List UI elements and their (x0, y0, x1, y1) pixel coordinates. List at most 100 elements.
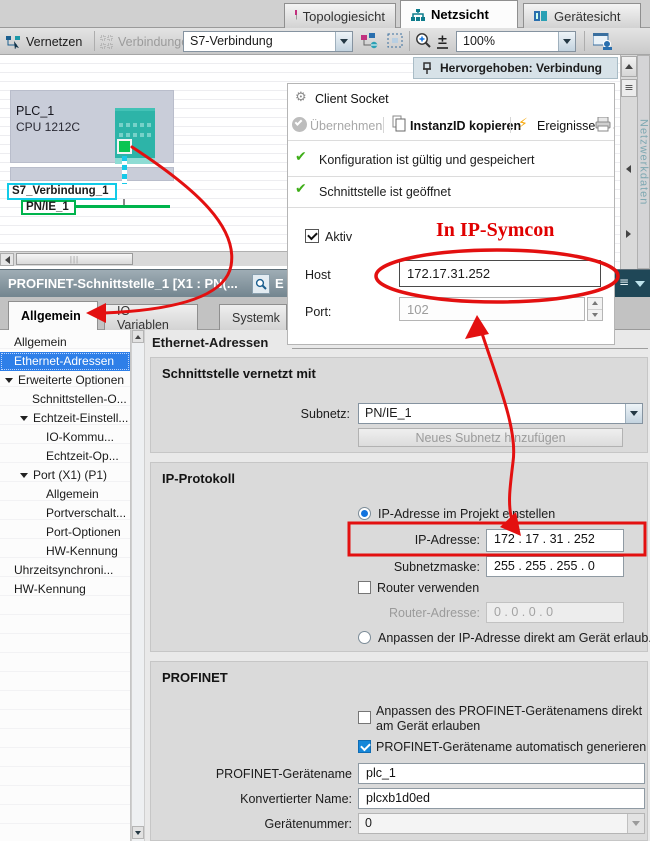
zoom-in-icon[interactable] (415, 32, 433, 53)
arrow-left-icon (5, 256, 10, 264)
tree-scrollbar[interactable] (131, 330, 145, 841)
window-menu-icon[interactable]: ≡ (619, 275, 629, 289)
check-icon (360, 741, 371, 752)
subnet-line[interactable] (76, 205, 170, 208)
tab-io-variablen[interactable]: IO-Variablen (104, 304, 198, 330)
verbindungen-icon (100, 35, 113, 49)
ip-project-radio[interactable] (358, 507, 371, 520)
verbindungen-button[interactable]: Verbindungen (100, 31, 195, 52)
tree-item[interactable]: Uhrzeitsynchroni... (0, 561, 130, 580)
auto-name-checkbox[interactable] (358, 740, 371, 753)
address-labels-icon[interactable] (593, 33, 613, 53)
page-heading: Ethernet-Adressen (152, 335, 268, 350)
zoom-fit-icon[interactable]: ± (437, 34, 448, 49)
ip-device-radio[interactable] (358, 631, 371, 644)
connection-type-select[interactable]: S7-Verbindung (183, 31, 353, 52)
port-spinner[interactable] (587, 297, 603, 321)
pin-icon (422, 62, 432, 75)
dropdown-button[interactable] (335, 32, 352, 51)
ip-address-field[interactable]: 172 . 17 . 31 . 252 (486, 529, 624, 552)
canvas-hscrollbar[interactable]: ||| (0, 251, 287, 266)
tree-item[interactable]: Echtzeit-Op... (0, 447, 130, 466)
scroll-left-button[interactable] (0, 253, 14, 266)
eigenschaften-button[interactable] (252, 274, 270, 294)
subnet-label[interactable]: PN/IE_1 (21, 200, 76, 215)
tree-item[interactable]: HW-Kennung (0, 542, 130, 561)
tree-item[interactable]: Allgemein (0, 333, 130, 352)
status-ok-icon: ✔ (295, 181, 307, 197)
subnet-value: PN/IE_1 (359, 404, 625, 423)
tab-topologiesicht[interactable]: Topologiesicht (284, 3, 396, 28)
scroll-up-button[interactable] (621, 56, 637, 77)
router-checkbox[interactable] (358, 581, 371, 594)
s7-connection-label[interactable]: S7_Verbindung_1 (7, 183, 117, 200)
events-button[interactable]: Ereignisse (537, 119, 595, 133)
tab-allgemein[interactable]: Allgemein (8, 301, 98, 330)
section-profinet-title: PROFINET (162, 670, 228, 685)
tree-item[interactable]: Echtzeit-Einstell... (0, 409, 130, 428)
splitter-expand-icon[interactable] (626, 230, 631, 238)
spin-down-button[interactable] (588, 310, 602, 321)
partial-button-label[interactable]: S (613, 119, 615, 133)
aktiv-checkbox[interactable] (305, 229, 319, 243)
scroll-up-button[interactable] (132, 330, 144, 343)
tree-item-label: Schnittstellen-O... (32, 392, 127, 406)
highlight-connection-icon[interactable] (361, 33, 380, 52)
station-rack-bar (10, 167, 174, 181)
tree-item[interactable]: Ethernet-Adressen (0, 352, 130, 371)
tree-item[interactable]: Allgemein (0, 485, 130, 504)
scroll-thumb[interactable]: ||| (16, 253, 133, 265)
check-icon (307, 230, 318, 241)
scroll-down-button[interactable] (132, 826, 144, 839)
converted-name-field[interactable]: plcxb1d0ed (358, 788, 645, 809)
status-config: Konfiguration ist gültig und gespeichert (319, 153, 534, 167)
network-icon (411, 9, 425, 21)
connection-type-value: S7-Verbindung (184, 32, 335, 51)
expand-arrow-icon[interactable] (5, 378, 13, 383)
tree-item[interactable]: Port-Optionen (0, 523, 130, 542)
tab-systemkonstanten[interactable]: Systemk (219, 304, 287, 330)
dropdown-button[interactable] (558, 32, 575, 51)
vernetzen-button[interactable]: Vernetzen (5, 31, 82, 52)
expand-arrow-icon[interactable] (20, 416, 28, 421)
tree-item[interactable]: Schnittstellen-O... (0, 390, 130, 409)
tree-item-label: Port-Optionen (46, 525, 121, 539)
selection-mode-icon[interactable] (387, 33, 404, 52)
zoom-level-select[interactable]: 100% (456, 31, 576, 52)
separator (288, 207, 615, 208)
profinet-name-label: PROFINET-Gerätename (150, 767, 352, 781)
expand-arrow-icon[interactable] (20, 473, 28, 478)
port-label: Port: (305, 305, 331, 319)
tab-label: Topologiesicht (303, 9, 385, 24)
copy-instanzid-button[interactable]: InstanzID kopieren (410, 119, 521, 133)
netzwerkdaten-side-tab[interactable]: Netzwerkdaten (637, 55, 650, 269)
tree-item[interactable]: IO-Kommu... (0, 428, 130, 447)
tab-netzsicht[interactable]: Netzsicht (400, 0, 518, 28)
arrow-down-icon (135, 831, 141, 835)
dropdown-button[interactable] (625, 404, 642, 423)
add-subnet-button[interactable]: Neues Subnetz hinzufügen (358, 428, 623, 447)
tree-item[interactable]: HW-Kennung (0, 580, 130, 599)
apply-button[interactable]: Übernehmen (310, 119, 382, 133)
adjust-name-checkbox[interactable] (358, 711, 371, 724)
subnet-mask-field[interactable]: 255 . 255 . 255 . 0 (486, 556, 624, 577)
canvas-vscrollbar[interactable]: ≡ (620, 55, 637, 269)
device-number-value: 0 (359, 814, 627, 833)
adjust-name-label-line1: Anpassen des PROFINET-Gerätenamens direk… (376, 704, 642, 718)
port-input: 102 (399, 297, 585, 321)
splitter-collapse-icon[interactable] (626, 165, 631, 173)
profinet-name-field[interactable]: plc_1 (358, 763, 645, 784)
menu-icon: ≡ (624, 81, 633, 94)
tree-item[interactable]: Portverschalt... (0, 504, 130, 523)
collapse-panel-icon[interactable] (635, 281, 645, 287)
tree-item[interactable]: Port (X1) (P1) (0, 466, 130, 485)
spin-up-button[interactable] (588, 298, 602, 310)
subnet-select[interactable]: PN/IE_1 (358, 403, 643, 424)
tree-item[interactable]: Erweiterte Optionen (0, 371, 130, 390)
apply-icon (292, 117, 307, 132)
scroll-menu-button[interactable]: ≡ (621, 79, 637, 97)
window-title: Client Socket (315, 92, 389, 106)
pn-port-green[interactable] (117, 139, 132, 154)
tab-geraetesicht[interactable]: Gerätesicht (523, 3, 641, 28)
host-input[interactable]: 172.17.31.252 (399, 260, 601, 287)
